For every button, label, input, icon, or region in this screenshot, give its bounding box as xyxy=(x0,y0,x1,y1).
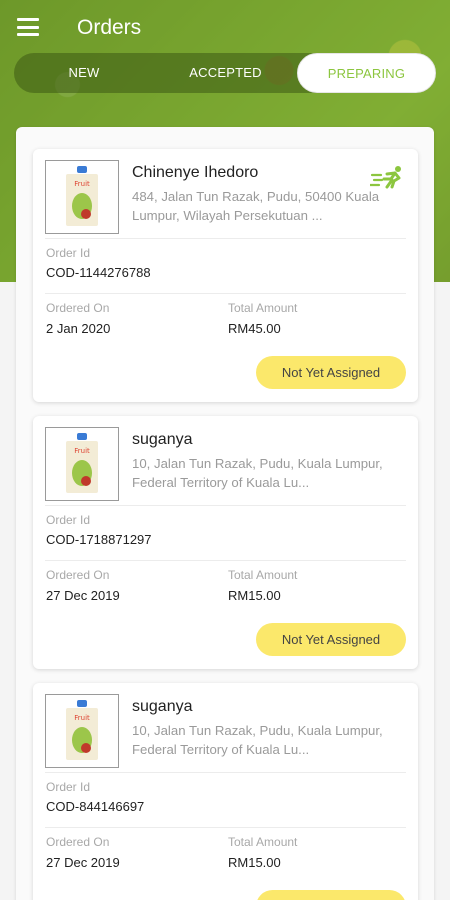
svg-text:Fruit: Fruit xyxy=(74,447,90,455)
product-pouch-image: Fruit xyxy=(66,166,98,226)
total-amount-value: RM15.00 xyxy=(228,855,281,870)
delivery-runner-icon xyxy=(370,166,401,189)
divider xyxy=(45,293,406,294)
ordered-on-value: 2 Jan 2020 xyxy=(46,321,111,336)
delivery-address: 484, Jalan Tun Razak, Pudu, 50400 Kuala … xyxy=(132,189,380,223)
delivery-address: 10, Jalan Tun Razak, Pudu, Kuala Lumpur,… xyxy=(132,456,383,490)
order-card[interactable]: Fruit suganya 10, Jalan Tun Razak, Pudu,… xyxy=(33,683,418,900)
menu-icon[interactable] xyxy=(17,18,39,36)
total-amount-value: RM15.00 xyxy=(228,588,281,603)
order-card[interactable]: Fruit suganya 10, Jalan Tun Razak, Pudu,… xyxy=(33,416,418,669)
order-id-value: COD-1144276788 xyxy=(46,265,151,280)
divider xyxy=(45,505,406,506)
order-card[interactable]: Fruit Chinenye Ihedoro 484, Jalan Tun Ra… xyxy=(33,149,418,402)
ordered-on-value: 27 Dec 2019 xyxy=(46,588,120,603)
product-thumbnail: Fruit xyxy=(45,694,119,768)
svg-text:Fruit: Fruit xyxy=(74,180,90,188)
order-status-tabs: NEW ACCEPTED PREPARING xyxy=(14,53,436,93)
order-id-label: Order Id xyxy=(46,780,91,794)
status-badge[interactable]: Not Yet Assigned xyxy=(256,356,406,389)
delivery-address: 10, Jalan Tun Razak, Pudu, Kuala Lumpur,… xyxy=(132,723,383,757)
tab-accepted[interactable]: ACCEPTED xyxy=(154,53,297,93)
total-amount-label: Total Amount xyxy=(228,301,298,315)
order-id-label: Order Id xyxy=(46,246,91,260)
customer-name: suganya xyxy=(132,698,193,715)
page-title: Orders xyxy=(77,16,142,39)
status-badge[interactable]: Not Yet Assigned xyxy=(256,623,406,656)
customer-name: Chinenye Ihedoro xyxy=(132,164,259,181)
ordered-on-label: Ordered On xyxy=(46,568,110,582)
divider xyxy=(45,827,406,828)
divider xyxy=(45,560,406,561)
top-app-bar: Orders xyxy=(0,0,450,56)
product-pouch-image: Fruit xyxy=(66,700,98,760)
divider xyxy=(45,238,406,239)
product-thumbnail: Fruit xyxy=(45,160,119,234)
product-thumbnail: Fruit xyxy=(45,427,119,501)
ordered-on-label: Ordered On xyxy=(46,835,110,849)
customer-name: suganya xyxy=(132,431,193,448)
total-amount-label: Total Amount xyxy=(228,835,298,849)
order-id-label: Order Id xyxy=(46,513,91,527)
ordered-on-label: Ordered On xyxy=(46,301,110,315)
product-pouch-image: Fruit xyxy=(66,433,98,493)
order-id-value: COD-1718871297 xyxy=(46,532,152,547)
divider xyxy=(45,772,406,773)
tab-preparing[interactable]: PREPARING xyxy=(297,53,436,93)
tab-new[interactable]: NEW xyxy=(14,53,154,93)
total-amount-value: RM45.00 xyxy=(228,321,281,336)
status-badge[interactable] xyxy=(256,890,406,900)
ordered-on-value: 27 Dec 2019 xyxy=(46,855,120,870)
order-id-value: COD-844146697 xyxy=(46,799,145,814)
total-amount-label: Total Amount xyxy=(228,568,298,582)
svg-text:Fruit: Fruit xyxy=(74,714,90,722)
